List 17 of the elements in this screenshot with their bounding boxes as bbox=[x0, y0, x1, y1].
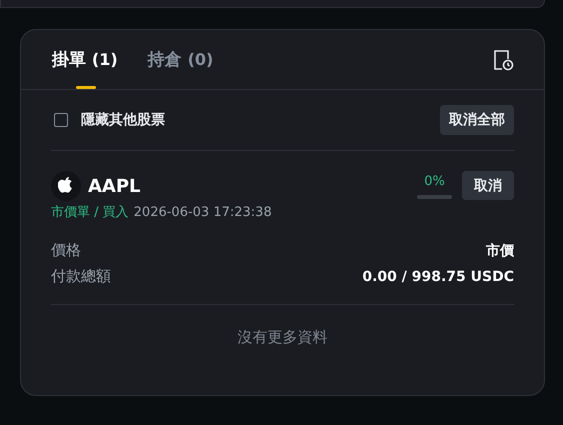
order-time: 2026-06-03 17:23:38 bbox=[134, 205, 272, 220]
progress-percent: 0% bbox=[424, 174, 445, 189]
empty-message: 沒有更多資料 bbox=[236, 328, 328, 347]
cancel-all-button[interactable]: 取消全部 bbox=[440, 105, 514, 135]
detail-label: 價格 bbox=[51, 241, 81, 260]
stock-symbol: AAPL bbox=[88, 176, 141, 196]
cancel-button[interactable]: 取消 bbox=[462, 171, 514, 200]
history-icon[interactable] bbox=[492, 48, 514, 70]
apple-logo-icon bbox=[51, 171, 81, 201]
tab[interactable]: 持倉 (0) bbox=[148, 30, 214, 89]
detail-label: 付款總額 bbox=[51, 267, 111, 286]
detail-value: 市價 bbox=[486, 242, 514, 260]
tab[interactable]: 掛單 (1) bbox=[52, 30, 118, 89]
checkbox-label: 隱藏其他股票 bbox=[81, 111, 165, 129]
detail-value: 0.00 / 998.75 USDC bbox=[362, 268, 514, 284]
order-type: 市價單 / 買入 bbox=[51, 205, 129, 220]
checkbox[interactable] bbox=[54, 113, 68, 127]
